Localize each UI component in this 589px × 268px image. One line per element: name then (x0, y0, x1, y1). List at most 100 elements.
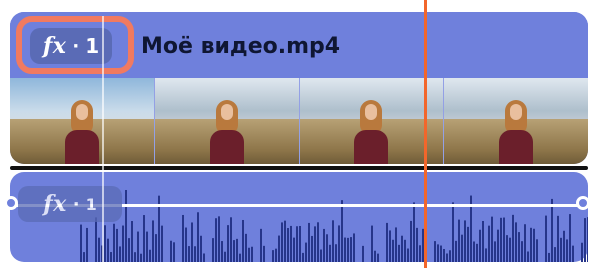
playhead[interactable] (424, 0, 427, 268)
waveform-bar (464, 220, 466, 262)
waveform-bar (308, 222, 310, 262)
waveform-bar (293, 237, 295, 262)
waveform-bar (473, 241, 475, 262)
waveform-bar (119, 246, 121, 262)
waveform-bar (494, 241, 496, 262)
waveform-bar (272, 250, 274, 262)
waveform-bar (182, 214, 184, 262)
waveform-bar (107, 238, 109, 262)
video-fx-badge[interactable]: fx · 1 (30, 28, 112, 64)
waveform-bar (341, 200, 343, 262)
video-clip-title: Моё видео.mp4 (141, 34, 341, 59)
waveform-bar (227, 225, 229, 262)
waveform-bar (140, 253, 142, 262)
waveform-bar (242, 219, 244, 262)
waveform-bar (287, 228, 289, 262)
audio-fx-badge[interactable]: fx · 1 (18, 186, 122, 222)
waveform-bar (500, 217, 502, 262)
waveform-bar (137, 231, 139, 262)
waveform-bar (248, 247, 250, 262)
waveform-bar (557, 215, 559, 262)
video-thumbnail (299, 78, 445, 164)
waveform-bar (374, 250, 376, 262)
waveform-bar (317, 222, 319, 262)
waveform-bar (515, 222, 517, 262)
waveform-bar (362, 245, 364, 262)
waveform-bar (251, 246, 253, 262)
person-in-thumbnail (354, 94, 389, 164)
waveform-bar (503, 217, 505, 262)
waveform-bar (263, 245, 265, 262)
fx-separator: · (72, 193, 80, 215)
waveform-bar (224, 251, 226, 262)
waveform-bar (524, 224, 526, 262)
fx-icon: fx (43, 191, 67, 217)
waveform-bar (518, 232, 520, 262)
video-thumbnail-strip (10, 78, 588, 164)
waveform-bar (275, 248, 277, 262)
waveform-bar (245, 233, 247, 262)
waveform-bar (203, 253, 205, 262)
waveform-bar (554, 247, 556, 262)
waveform-bar (95, 217, 97, 262)
waveform-bar (278, 235, 280, 262)
waveform-bar (104, 225, 106, 262)
waveform-bar (290, 225, 292, 262)
waveform-bar (482, 221, 484, 262)
waveform-bar (194, 246, 196, 262)
waveform-bar (281, 222, 283, 262)
waveform-bar (521, 241, 523, 262)
waveform-bar (128, 238, 130, 262)
fx-icon: fx (42, 33, 67, 59)
waveform-bar (389, 230, 391, 262)
waveform-bar (530, 227, 532, 262)
video-thumbnail (154, 78, 300, 164)
waveform-bar (338, 225, 340, 262)
waveform-bar (584, 218, 586, 262)
waveform-bar (326, 234, 328, 262)
waveform-bar (398, 244, 400, 262)
waveform-bar (284, 220, 286, 262)
waveform-bar (221, 241, 223, 262)
waveform-bar (344, 237, 346, 262)
waveform-bar (506, 235, 508, 262)
fx-count: 1 (85, 34, 100, 58)
waveform-bar (407, 248, 409, 262)
waveform-bar (461, 234, 463, 262)
waveform-bar (410, 220, 412, 262)
waveform-bar (560, 237, 562, 262)
volume-handle-icon[interactable] (4, 196, 18, 210)
waveform-bar (320, 249, 322, 262)
video-thumbnail (10, 78, 155, 164)
waveform-bar (200, 235, 202, 262)
waveform-bar (161, 225, 163, 262)
waveform-bar (533, 228, 535, 262)
volume-handle-icon[interactable] (576, 196, 589, 210)
waveform-bar (185, 227, 187, 262)
waveform-bar (212, 238, 214, 262)
waveform-bar (215, 218, 217, 262)
waveform-bar (299, 225, 301, 262)
waveform-bar (125, 189, 127, 262)
waveform-bar (392, 239, 394, 262)
waveform-bar (527, 251, 529, 262)
waveform-bar (134, 252, 136, 262)
waveform-bar (476, 243, 478, 262)
waveform-bar (440, 245, 442, 262)
waveform-bar (536, 239, 538, 262)
waveform-bar (188, 246, 190, 262)
timeline: fx · 1 Моё видео.mp4 fx · 1 (0, 0, 589, 268)
waveform-bar (563, 230, 565, 262)
waveform-bar (416, 227, 418, 262)
fx-separator: · (72, 35, 80, 57)
waveform-bar (551, 198, 553, 262)
waveform-bar (347, 237, 349, 262)
waveform-bar (386, 222, 388, 262)
waveform-bar (404, 239, 406, 262)
waveform-bar (191, 222, 193, 262)
waveform-bar (335, 244, 337, 262)
waveform-bar (170, 240, 172, 262)
track-divider (10, 166, 588, 170)
waveform-bar (152, 220, 154, 262)
waveform-bar (350, 237, 352, 262)
